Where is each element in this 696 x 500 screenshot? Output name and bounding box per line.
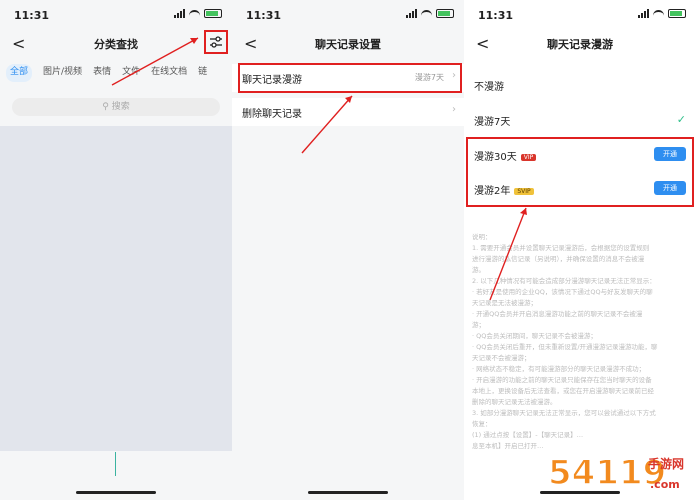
status-icons xyxy=(406,9,454,18)
sliders-icon xyxy=(210,36,222,48)
note-line: · 开通QQ会员并开启消息漫游功能之前的聊天记录不会被漫 xyxy=(472,310,643,318)
note-line: 天记录不会被漫游； xyxy=(472,354,531,362)
tab-all[interactable]: 全部 xyxy=(6,64,33,82)
battery-icon xyxy=(436,9,454,18)
note-line: 进行漫游的私信记录（另说明），并确保设置的消息不会被漫 xyxy=(472,255,645,263)
wifi-icon xyxy=(421,9,432,18)
content-area xyxy=(0,126,232,451)
note-line: 恢复： xyxy=(472,420,492,428)
watermark-tag: .com xyxy=(650,478,680,491)
search-icon: ⚲ xyxy=(102,102,112,112)
status-time: 11:31 xyxy=(246,9,282,22)
search-placeholder: 搜索 xyxy=(111,102,130,112)
note-line: 天记录是无法被漫游； xyxy=(472,299,537,307)
note-line: 游。 xyxy=(472,266,485,274)
note-line: · 网络状态不稳定，有可能漫游部分的聊天记录漫游不成功； xyxy=(472,365,646,373)
note-line: 3. 如部分漫游聊天记录无法正常显示，您可以尝试通过以下方式 xyxy=(472,409,656,417)
status-time: 11:31 xyxy=(14,9,50,22)
watermark-sub: 手游网 xyxy=(648,456,684,471)
status-bar: 11:31 xyxy=(0,0,232,30)
note-line: 2. 以下几种情况有可能会造成部分漫游聊天记录无法正常显示： xyxy=(472,277,656,285)
nav-bar: < 聊天记录漫游 xyxy=(464,30,696,56)
chevron-right-icon: › xyxy=(452,104,456,115)
highlight-box xyxy=(238,63,462,93)
note-line: 说明： xyxy=(472,233,492,241)
note-line: 删除的聊天记录无法被漫游。 xyxy=(472,398,557,406)
option-label: 不漫游 xyxy=(474,82,504,93)
note-line: 1. 需要开通会员并设置聊天记录漫游后，会根据您的设置规则 xyxy=(472,244,650,252)
highlight-box xyxy=(466,137,694,207)
note-line: · QQ会员关闭期间，聊天记录不会被漫游； xyxy=(472,332,597,340)
status-bar: 11:31 xyxy=(464,0,696,30)
page-title: 聊天记录漫游 xyxy=(547,38,613,51)
check-icon: ✓ xyxy=(676,113,686,126)
roaming-notes: 说明： 1. 需要开通会员并设置聊天记录漫游后，会根据您的设置规则 进行漫游的私信记… xyxy=(472,232,686,452)
delete-history-row[interactable]: 删除聊天记录 › xyxy=(232,98,464,126)
page-title: 分类查找 xyxy=(94,38,138,51)
wifi-icon xyxy=(653,9,664,18)
note-line: 本地上，更换设备后无法查看，或您在开启漫游聊天记录前已经 xyxy=(472,387,654,395)
tab-files[interactable]: 文件 xyxy=(122,64,140,82)
status-time: 11:31 xyxy=(478,9,514,22)
category-tabs: 全部 图片/视频 表情 文件 在线文档 链 xyxy=(0,64,232,82)
status-icons xyxy=(174,9,222,18)
nav-bar: < 分类查找 xyxy=(0,30,232,56)
status-bar: 11:31 xyxy=(232,0,464,30)
note-line: · QQ会员关闭后重开，但未重新设置/开通漫游记录漫游功能，聊 xyxy=(472,343,658,351)
tab-images-videos[interactable]: 图片/视频 xyxy=(43,64,82,82)
filter-button[interactable] xyxy=(204,30,228,54)
signal-icon xyxy=(174,9,185,18)
note-line: 游； xyxy=(472,321,485,329)
page-title: 聊天记录设置 xyxy=(315,38,381,51)
wifi-icon xyxy=(189,9,200,18)
note-line: · 开启漫游的功能之前的聊天记录只能保存在您当时聊天的设备 xyxy=(472,376,652,384)
tab-links[interactable]: 链 xyxy=(198,64,207,82)
option-label: 漫游7天 xyxy=(474,117,511,128)
note-line: · 若好友是使用的企业QQ，该情况下通过QQ与好友发聊天的聊 xyxy=(472,288,653,296)
nav-bar: < 聊天记录设置 xyxy=(232,30,464,56)
home-indicator xyxy=(308,491,388,494)
screen-chat-history-settings: 11:31 < 聊天记录设置 聊天记录漫游 漫游7天 › 删除聊天记录 › xyxy=(232,0,464,500)
site-watermark-logo: 54119 手游网 .com xyxy=(547,452,684,494)
signal-icon xyxy=(406,9,417,18)
note-line: (1) 通过点按【设置】-【聊天记录】… xyxy=(472,431,584,439)
search-input[interactable]: ⚲ 搜索 xyxy=(12,98,220,116)
tab-online-docs[interactable]: 在线文档 xyxy=(151,64,187,82)
tab-stickers[interactable]: 表情 xyxy=(93,64,111,82)
battery-icon xyxy=(204,9,222,18)
screen-chat-history-roaming: 11:31 < 聊天记录漫游 不漫游 漫游7天 ✓ 漫游30天 VIP 开通 漫游… xyxy=(464,0,696,500)
signal-icon xyxy=(638,9,649,18)
home-indicator xyxy=(76,491,156,494)
screen-category-search: 11:31 < 分类查找 全部 图片/视频 表情 文件 在线文档 链 ⚲ 搜索 xyxy=(0,0,232,500)
delete-history-label: 删除聊天记录 xyxy=(242,109,302,120)
status-icons xyxy=(638,9,686,18)
text-cursor xyxy=(115,452,116,476)
battery-icon xyxy=(668,9,686,18)
